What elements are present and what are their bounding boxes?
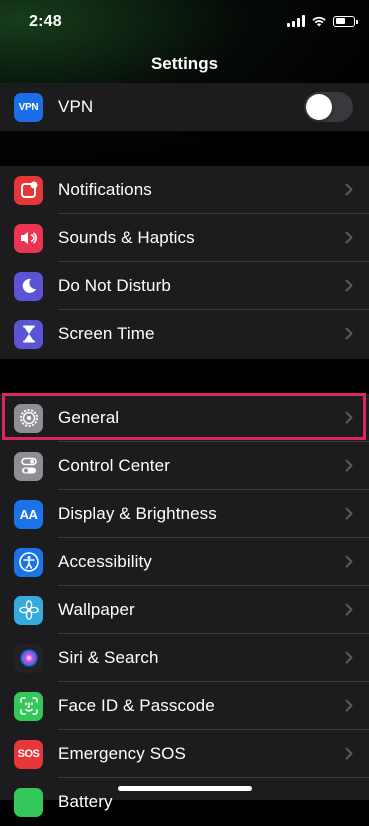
accessibility-icon — [14, 547, 43, 577]
settings-row-label: Do Not Disturb — [58, 276, 171, 295]
page-title: Settings — [150, 54, 219, 73]
status-time: 2:48 — [29, 13, 62, 30]
speaker-icon — [14, 223, 43, 253]
settings-section-2: General Control Center AA Display & Brig… — [0, 394, 369, 817]
settings-row-label: VPN — [58, 97, 94, 116]
chevron-right-icon — [345, 183, 353, 196]
sos-icon: SOS — [14, 739, 43, 769]
home-indicator[interactable] — [118, 786, 252, 791]
settings-row-general[interactable]: General — [0, 394, 369, 442]
settings-row-label: Control Center — [58, 456, 170, 475]
display-icon: AA — [14, 499, 43, 529]
settings-row-label: Notifications — [58, 180, 152, 199]
settings-row-label: Battery — [58, 792, 113, 811]
settings-row-label: Face ID & Passcode — [58, 696, 215, 715]
chevron-right-icon — [345, 555, 353, 568]
settings-row-control-center[interactable]: Control Center — [0, 442, 369, 490]
settings-row-do-not-disturb[interactable]: Do Not Disturb — [0, 262, 369, 310]
moon-icon — [14, 271, 43, 301]
vpn-toggle[interactable] — [304, 92, 353, 122]
chevron-right-icon — [345, 231, 353, 244]
settings-row-label: Accessibility — [58, 552, 152, 571]
faceid-icon — [14, 691, 43, 721]
status-icons — [287, 14, 358, 28]
vpn-section: VPN VPN — [0, 83, 369, 131]
settings-row-wallpaper[interactable]: Wallpaper — [0, 586, 369, 634]
chevron-right-icon — [345, 459, 353, 472]
settings-row-label: Display & Brightness — [58, 504, 217, 523]
chevron-right-icon — [345, 411, 353, 424]
toggles-icon — [14, 451, 43, 481]
chevron-right-icon — [345, 327, 353, 340]
status-bar: 2:48 — [0, 0, 369, 44]
chevron-right-icon — [345, 699, 353, 712]
flower-icon — [14, 595, 43, 625]
chevron-right-icon — [345, 603, 353, 616]
settings-row-sounds[interactable]: Sounds & Haptics — [0, 214, 369, 262]
settings-row-label: Sounds & Haptics — [58, 228, 195, 247]
chevron-right-icon — [345, 651, 353, 664]
settings-row-label: General — [58, 408, 120, 427]
battery-icon — [14, 787, 43, 817]
settings-row-display[interactable]: AA Display & Brightness — [0, 490, 369, 538]
gear-icon — [14, 403, 43, 433]
wifi-icon — [312, 16, 326, 27]
notifications-icon — [14, 175, 43, 205]
settings-row-faceid[interactable]: Face ID & Passcode — [0, 682, 369, 730]
hourglass-icon — [14, 319, 43, 349]
chevron-right-icon — [345, 507, 353, 520]
chevron-right-icon — [345, 747, 353, 760]
settings-row-screen-time[interactable]: Screen Time — [0, 310, 369, 358]
siri-icon — [14, 643, 43, 673]
settings-row-accessibility[interactable]: Accessibility — [0, 538, 369, 586]
chevron-right-icon — [345, 279, 353, 292]
settings-row-siri[interactable]: Siri & Search — [0, 634, 369, 682]
settings-section-1: Notifications Sounds & Haptics Do Not Di… — [0, 166, 369, 359]
settings-row-label: Wallpaper — [58, 600, 135, 619]
settings-row-label: Siri & Search — [58, 648, 159, 667]
settings-row-notifications[interactable]: Notifications — [0, 166, 369, 214]
settings-row-emergency-sos[interactable]: SOS Emergency SOS — [0, 730, 369, 778]
settings-row-label: Emergency SOS — [58, 744, 186, 763]
battery-status-icon — [333, 15, 358, 27]
settings-row-label: Screen Time — [58, 324, 155, 343]
signal-icon — [287, 15, 305, 27]
vpn-icon: VPN — [14, 92, 43, 122]
settings-row-vpn[interactable]: VPN VPN — [0, 83, 369, 131]
